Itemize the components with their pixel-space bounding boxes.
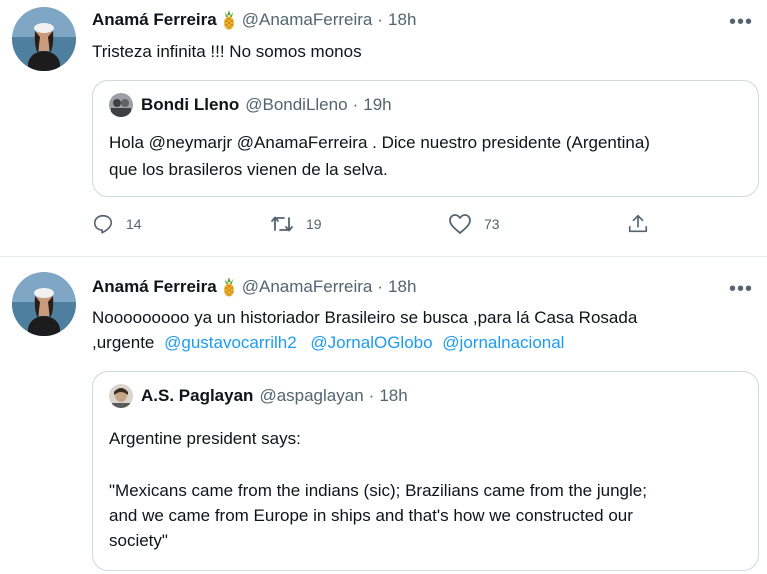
pineapple-icon [222, 277, 236, 297]
retweet-count: 19 [306, 216, 322, 232]
tweet[interactable]: Anamá Ferreira @AnamaFerreira · 18h ••• … [0, 0, 767, 255]
separator: · [377, 277, 384, 296]
tweet-actions: 14 19 73 [92, 213, 662, 237]
tweet-header: Anamá Ferreira @AnamaFerreira · 18h [92, 275, 416, 299]
quoted-author-handle: @aspaglayan [259, 386, 364, 405]
mention-link[interactable]: @gustavocarrilh2 [164, 333, 297, 352]
more-options-icon[interactable]: ••• [729, 279, 753, 299]
quoted-tweet-text-line: and we came from Europe in ships and tha… [109, 506, 633, 525]
quoted-author-name: A.S. Paglayan [141, 386, 254, 405]
separator: · [368, 386, 375, 405]
quoted-author-name: Bondi Lleno [141, 95, 240, 114]
timestamp[interactable]: 18h [388, 277, 416, 297]
tweet-header: Anamá Ferreira @AnamaFerreira · 18h [92, 8, 416, 32]
author-name[interactable]: Anamá Ferreira [92, 10, 217, 30]
quoted-tweet[interactable]: A.S. Paglayan @aspaglayan · 18h Argentin… [92, 371, 759, 571]
tweet-text-plain: ,urgente [92, 333, 155, 352]
author-name[interactable]: Anamá Ferreira [92, 277, 217, 297]
quoted-avatar[interactable] [109, 384, 133, 408]
tweet-text-line: ,urgente @gustavocarrilh2 @JornalOGlobo … [92, 331, 564, 355]
quoted-tweet-text-line: Hola @neymarjr @AnamaFerreira . Dice nue… [109, 133, 650, 152]
reply-icon [93, 214, 113, 234]
reply-count: 14 [126, 216, 142, 232]
more-options-icon[interactable]: ••• [729, 12, 753, 32]
like-count: 73 [484, 216, 500, 232]
mention-link[interactable]: @JornalOGlobo [310, 333, 432, 352]
tweet-text-line: Nooooooooo ya un historiador Brasileiro … [92, 308, 638, 327]
author-handle[interactable]: @AnamaFerreira [242, 277, 373, 297]
quoted-tweet-text-line: society" [109, 531, 168, 550]
quoted-tweet-header: Bondi Lleno @BondiLleno · 19h [109, 93, 392, 117]
quoted-tweet[interactable]: Bondi Lleno @BondiLleno · 19h Hola @neym… [92, 80, 759, 197]
quoted-author-handle: @BondiLleno [245, 95, 348, 114]
tweet[interactable]: Anamá Ferreira @AnamaFerreira · 18h ••• … [0, 257, 767, 571]
quoted-tweet-text-line: "Mexicans came from the indians (sic); B… [109, 481, 647, 500]
quoted-timestamp: 18h [379, 386, 408, 405]
heart-icon [449, 214, 471, 234]
share-icon [628, 214, 648, 233]
quoted-tweet-text-line: Argentine president says: [109, 429, 301, 448]
share-button[interactable] [627, 213, 661, 235]
author-handle[interactable]: @AnamaFerreira [242, 10, 373, 30]
reply-button[interactable]: 14 [92, 213, 142, 235]
pineapple-icon [222, 10, 236, 30]
timestamp[interactable]: 18h [388, 10, 416, 30]
retweet-icon [271, 216, 293, 232]
separator: · [377, 10, 384, 29]
quoted-tweet-header: A.S. Paglayan @aspaglayan · 18h [109, 384, 408, 408]
quoted-tweet-text-line: que los brasileros vienen de la selva. [109, 160, 388, 179]
quoted-avatar[interactable] [109, 93, 133, 117]
tweet-text: Tristeza infinita !!! No somos monos [92, 42, 362, 61]
avatar[interactable] [12, 7, 76, 71]
quoted-timestamp: 19h [363, 95, 392, 114]
mention-link[interactable]: @jornalnacional [442, 333, 564, 352]
separator: · [352, 95, 359, 114]
avatar[interactable] [12, 272, 76, 336]
retweet-button[interactable]: 19 [270, 213, 322, 235]
like-button[interactable]: 73 [448, 213, 500, 235]
